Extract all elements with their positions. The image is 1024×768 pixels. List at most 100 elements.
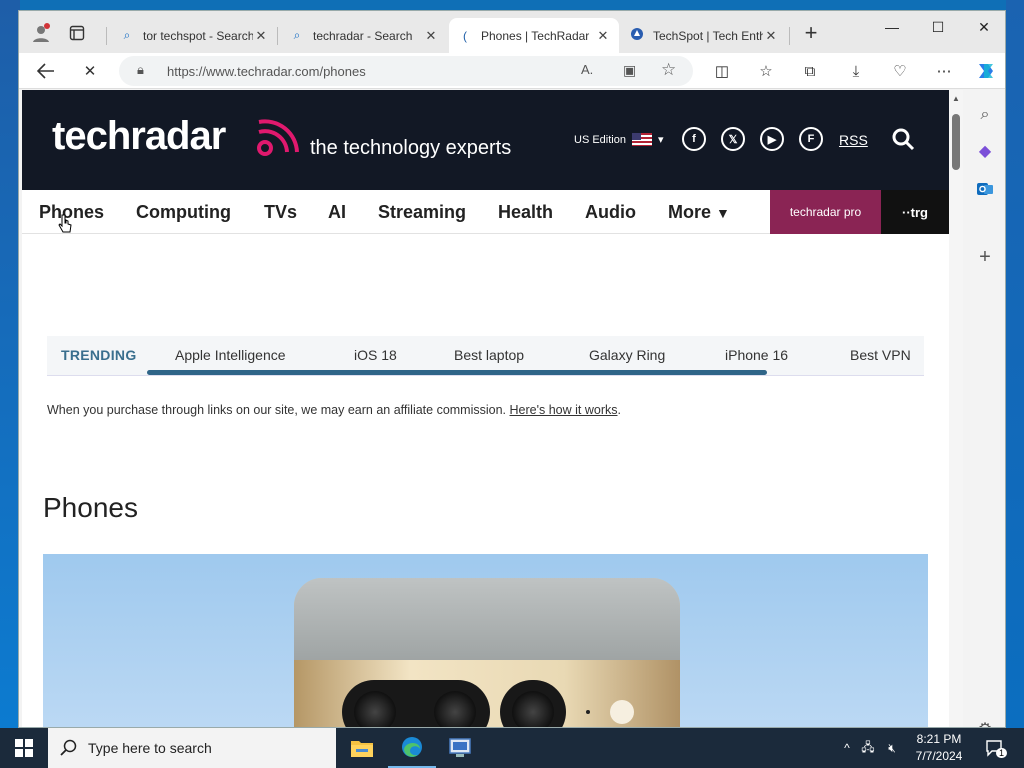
favorite-star-icon[interactable]: ☆ (661, 60, 676, 80)
nav-more-label: More (668, 202, 712, 222)
hero-image[interactable] (43, 554, 928, 727)
tab-actions-icon[interactable] (63, 19, 91, 47)
close-icon[interactable]: ✕ (595, 28, 611, 44)
nav-more[interactable]: More ▼ (668, 202, 730, 223)
address-bar[interactable]: 🔒︎ https://www.techradar.com/phones A. ▣… (119, 56, 693, 86)
url-text[interactable]: https://www.techradar.com/phones (167, 64, 366, 79)
clock-time: 8:21 PM (916, 732, 962, 746)
taskbar-clock[interactable]: 8:21 PM 7/7/2024 (900, 731, 978, 765)
lock-icon[interactable]: 🔒︎ (137, 62, 144, 78)
techspot-icon (629, 27, 645, 44)
close-icon[interactable]: ✕ (763, 28, 779, 44)
flipboard-icon[interactable]: F (799, 127, 823, 151)
nav-streaming[interactable]: Streaming (378, 202, 466, 223)
collections-icon[interactable]: ⧉ (795, 57, 825, 85)
nav-audio[interactable]: Audio (585, 202, 636, 223)
file-explorer-icon[interactable] (338, 728, 386, 768)
back-icon[interactable] (31, 57, 61, 85)
affiliate-disclaimer: When you purchase through links on our s… (47, 403, 621, 417)
sidebar-search-icon[interactable]: ⌕ (970, 100, 1000, 130)
tab-tor-techspot[interactable]: ⌕ tor techspot - Search ✕ (111, 18, 277, 53)
tab-title: tor techspot - Search (143, 28, 253, 43)
trg-label: trg (910, 204, 928, 220)
favorites-icon[interactable]: ☆ (751, 57, 781, 85)
loading-icon: ( (463, 28, 467, 43)
us-flag-icon (631, 133, 652, 146)
rss-link[interactable]: RSS (839, 132, 868, 148)
search-icon[interactable] (890, 126, 916, 152)
maximize-button[interactable]: ☐ (915, 11, 961, 43)
trending-galaxy-ring[interactable]: Galaxy Ring (589, 347, 665, 363)
add-sidebar-app-icon[interactable]: + (970, 242, 1000, 272)
affiliate-link[interactable]: Here's how it works (510, 403, 618, 417)
search-placeholder: Type here to search (88, 740, 212, 756)
youtube-icon[interactable]: ▶ (760, 127, 784, 151)
tab-title: Phones | TechRadar (481, 28, 590, 43)
dropdown-caret-icon: ▼ (716, 205, 730, 221)
trending-bar: TRENDING Apple Intelligence iOS 18 Best … (47, 336, 924, 376)
notification-center-icon[interactable]: 1 (982, 728, 1008, 768)
search-icon: ⌕ (293, 28, 301, 42)
tab-title: TechSpot | Tech Enthusiasts (653, 28, 763, 43)
radar-logo-icon (257, 119, 299, 156)
outlook-icon[interactable] (970, 174, 1000, 204)
camera-bar (342, 680, 490, 727)
tab-bar: ⌕ tor techspot - Search ✕ ⌕ techradar - … (19, 11, 1005, 53)
profile-icon[interactable] (27, 19, 55, 47)
edge-taskbar-icon[interactable] (388, 728, 436, 768)
taskbar-search[interactable]: Type here to search (48, 728, 336, 768)
browser-essentials-icon[interactable]: ♡ (885, 57, 915, 85)
site-logo[interactable]: techradar (52, 114, 226, 159)
trending-apple-intelligence[interactable]: Apple Intelligence (175, 347, 286, 363)
trg-link[interactable]: ·· trg (881, 190, 949, 234)
taskbar: Type here to search ^ 🖧︎ 🔇︎ 8:21 PM 7/7/… (0, 728, 1024, 768)
edition-label: US Edition (574, 133, 626, 146)
start-button[interactable] (0, 728, 48, 768)
copilot-icon[interactable] (971, 57, 1001, 85)
facebook-icon[interactable]: f (682, 127, 706, 151)
close-icon[interactable]: ✕ (253, 28, 269, 44)
minimize-button[interactable]: — (869, 11, 915, 43)
tab-title: techradar - Search (313, 28, 413, 43)
nav-ai[interactable]: AI (328, 202, 346, 223)
trending-best-laptop[interactable]: Best laptop (454, 347, 524, 363)
nav-health[interactable]: Health (498, 202, 553, 223)
nav-computing[interactable]: Computing (136, 202, 231, 223)
immersive-reader-icon[interactable]: ▣ (623, 62, 636, 79)
page-scrollbar[interactable]: ▲ (949, 90, 963, 727)
trending-ios-18[interactable]: iOS 18 (354, 347, 397, 363)
affiliate-text: When you purchase through links on our s… (47, 403, 507, 417)
network-icon[interactable]: 🖧︎ (856, 738, 880, 759)
stop-loading-icon[interactable]: ✕ (75, 57, 105, 85)
sidebar-settings-icon[interactable]: ⚙ (970, 714, 1000, 727)
trending-iphone-16[interactable]: iPhone 16 (725, 347, 788, 363)
scrollbar-thumb[interactable] (952, 114, 960, 170)
downloads-icon[interactable]: ⤓ (841, 57, 871, 85)
search-icon: ⌕ (123, 28, 131, 42)
show-hidden-icons-icon[interactable]: ^ (838, 741, 856, 755)
nav-tvs[interactable]: TVs (264, 202, 297, 223)
desktop-left-strip (0, 0, 20, 728)
more-menu-icon[interactable]: ⋯ (929, 57, 959, 85)
x-twitter-icon[interactable]: 𝕏 (721, 127, 745, 151)
address-bar-row: ✕ 🔒︎ https://www.techradar.com/phones A.… (19, 53, 1005, 89)
sidebar-copilot-icon[interactable]: ◆ (970, 136, 1000, 166)
trending-scrollbar[interactable] (147, 370, 767, 375)
edition-selector[interactable]: US Edition ▾ (574, 133, 664, 146)
techradar-pro-link[interactable]: techradar pro (770, 190, 881, 234)
split-screen-icon[interactable]: ◫ (707, 57, 737, 85)
page-title: Phones (43, 492, 138, 523)
remote-desktop-icon[interactable] (436, 728, 484, 768)
close-window-button[interactable]: ✕ (961, 11, 1005, 43)
page-content: techradar the technology experts US Edit… (22, 90, 949, 727)
trending-best-vpn[interactable]: Best VPN (850, 347, 911, 363)
tab-phones-techradar[interactable]: ( Phones | TechRadar ✕ (449, 18, 619, 53)
mouse-cursor-icon (58, 214, 72, 233)
search-icon (60, 739, 77, 756)
close-icon[interactable]: ✕ (423, 28, 439, 44)
tab-techradar-search[interactable]: ⌕ techradar - Search ✕ (281, 18, 447, 53)
new-tab-icon[interactable]: + (797, 19, 825, 47)
main-nav: Phones Computing TVs AI Streaming Health… (22, 190, 949, 234)
tab-techspot[interactable]: TechSpot | Tech Enthusiasts ✕ (621, 18, 787, 53)
read-aloud-icon[interactable]: A. (581, 62, 593, 77)
